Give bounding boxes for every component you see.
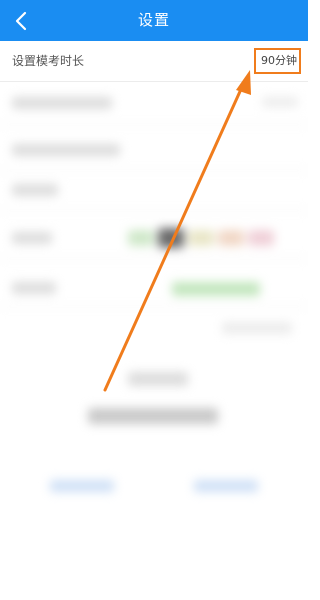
chevron-left-icon bbox=[15, 11, 27, 30]
highlight-box bbox=[254, 48, 301, 74]
top-bar: 设置 bbox=[0, 0, 308, 41]
back-button[interactable] bbox=[2, 0, 40, 41]
exam-duration-label: 设置模考时长 bbox=[12, 54, 85, 68]
settings-page: 设置 设置模考时长 90分钟 bbox=[0, 0, 308, 600]
page-title: 设置 bbox=[137, 11, 170, 29]
blurred-content bbox=[0, 82, 308, 600]
